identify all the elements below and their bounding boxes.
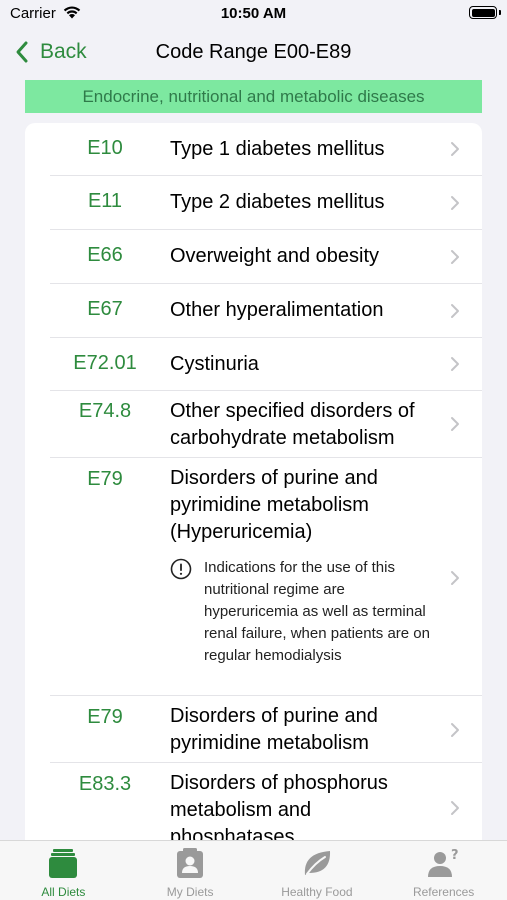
- code-list[interactable]: E10 Type 1 diabetes mellitus E11 Type 2 …: [25, 123, 482, 840]
- tab-bar: All Diets My Diets Healthy Food ? Refere…: [0, 840, 507, 900]
- category-banner: Endocrine, nutritional and metabolic dis…: [25, 80, 482, 113]
- code-description: Overweight and obesity: [170, 245, 380, 267]
- tab-label: References: [412, 885, 475, 899]
- indication-note: Indications for the use of this nutritio…: [170, 557, 430, 667]
- code-label: E67: [87, 298, 123, 320]
- code-label: E10: [87, 137, 123, 159]
- chevron-right-icon: [451, 196, 459, 210]
- battery-cap: [499, 10, 501, 15]
- code-row-e67[interactable]: E67 Other hyperalimentation: [50, 284, 482, 338]
- code-row-e79-hyperuricemia[interactable]: E79 Disorders of purine and pyrimidine m…: [50, 458, 482, 696]
- chevron-right-icon: [451, 723, 459, 737]
- status-bar: Carrier 10:50 AM: [0, 0, 507, 30]
- chevron-right-icon: [451, 571, 459, 585]
- tab-healthy-food[interactable]: Healthy Food: [254, 841, 381, 900]
- code-label: E83.3: [78, 773, 132, 795]
- code-row-e72-01[interactable]: E72.01 Cystinuria: [50, 338, 482, 391]
- tab-label: My Diets: [166, 885, 214, 899]
- tab-label: Healthy Food: [281, 885, 353, 899]
- clock: 10:50 AM: [220, 5, 287, 22]
- leaf-icon: [304, 851, 330, 875]
- chevron-right-icon: [451, 142, 459, 156]
- code-label: E79: [87, 468, 123, 490]
- code-description: Disorders of purine and pyrimidine metab…: [170, 705, 378, 754]
- page-title-text: Code Range E00-E89: [155, 41, 352, 63]
- code-row-e10[interactable]: E10 Type 1 diabetes mellitus: [50, 123, 482, 176]
- code-description: Type 2 diabetes mellitus: [170, 191, 385, 213]
- code-description: Disorders of phosphorus metabolism and p…: [170, 772, 388, 840]
- battery-icon: [469, 6, 497, 19]
- code-description: Other specified disorders of carbohydrat…: [170, 400, 415, 449]
- navigation-bar: Back Code Range E00-E89: [0, 32, 507, 76]
- code-row-e11[interactable]: E11 Type 2 diabetes mellitus: [50, 176, 482, 230]
- person-question-icon: ?: [427, 848, 459, 877]
- tab-all-diets[interactable]: All Diets: [0, 841, 127, 900]
- chevron-right-icon: [451, 417, 459, 431]
- code-label: E79: [87, 706, 123, 728]
- page-title: Code Range E00-E89: [0, 41, 507, 64]
- chevron-right-icon: [451, 801, 459, 815]
- code-row-e66[interactable]: E66 Overweight and obesity: [50, 230, 482, 284]
- code-label: E72.01: [73, 352, 137, 374]
- chevron-right-icon: [451, 250, 459, 264]
- tab-label: All Diets: [41, 885, 86, 899]
- chevron-right-icon: [451, 357, 459, 371]
- tab-references[interactable]: ? References: [380, 841, 507, 900]
- code-label: E66: [87, 244, 123, 266]
- code-row-e79[interactable]: E79 Disorders of purine and pyrimidine m…: [50, 696, 482, 763]
- tab-my-diets[interactable]: My Diets: [127, 841, 254, 900]
- code-description: Type 1 diabetes mellitus: [170, 138, 385, 160]
- diets-stack-icon: [49, 849, 78, 878]
- info-exclamation-icon: [170, 558, 192, 580]
- code-description: Cystinuria: [170, 353, 259, 375]
- note-text: Indications for the use of this nutritio…: [204, 559, 430, 664]
- code-description: Disorders of purine and pyrimidine metab…: [170, 467, 378, 543]
- code-row-e83-3[interactable]: E83.3 Disorders of phosphorus metabolism…: [50, 763, 482, 840]
- svg-text:?: ?: [451, 848, 459, 863]
- code-row-e74-8[interactable]: E74.8 Other specified disorders of carbo…: [50, 391, 482, 458]
- code-label: E11: [87, 190, 123, 212]
- chevron-right-icon: [451, 304, 459, 318]
- person-badge-icon: [177, 848, 204, 878]
- code-label: E74.8: [78, 400, 132, 422]
- code-description: Other hyperalimentation: [170, 299, 384, 321]
